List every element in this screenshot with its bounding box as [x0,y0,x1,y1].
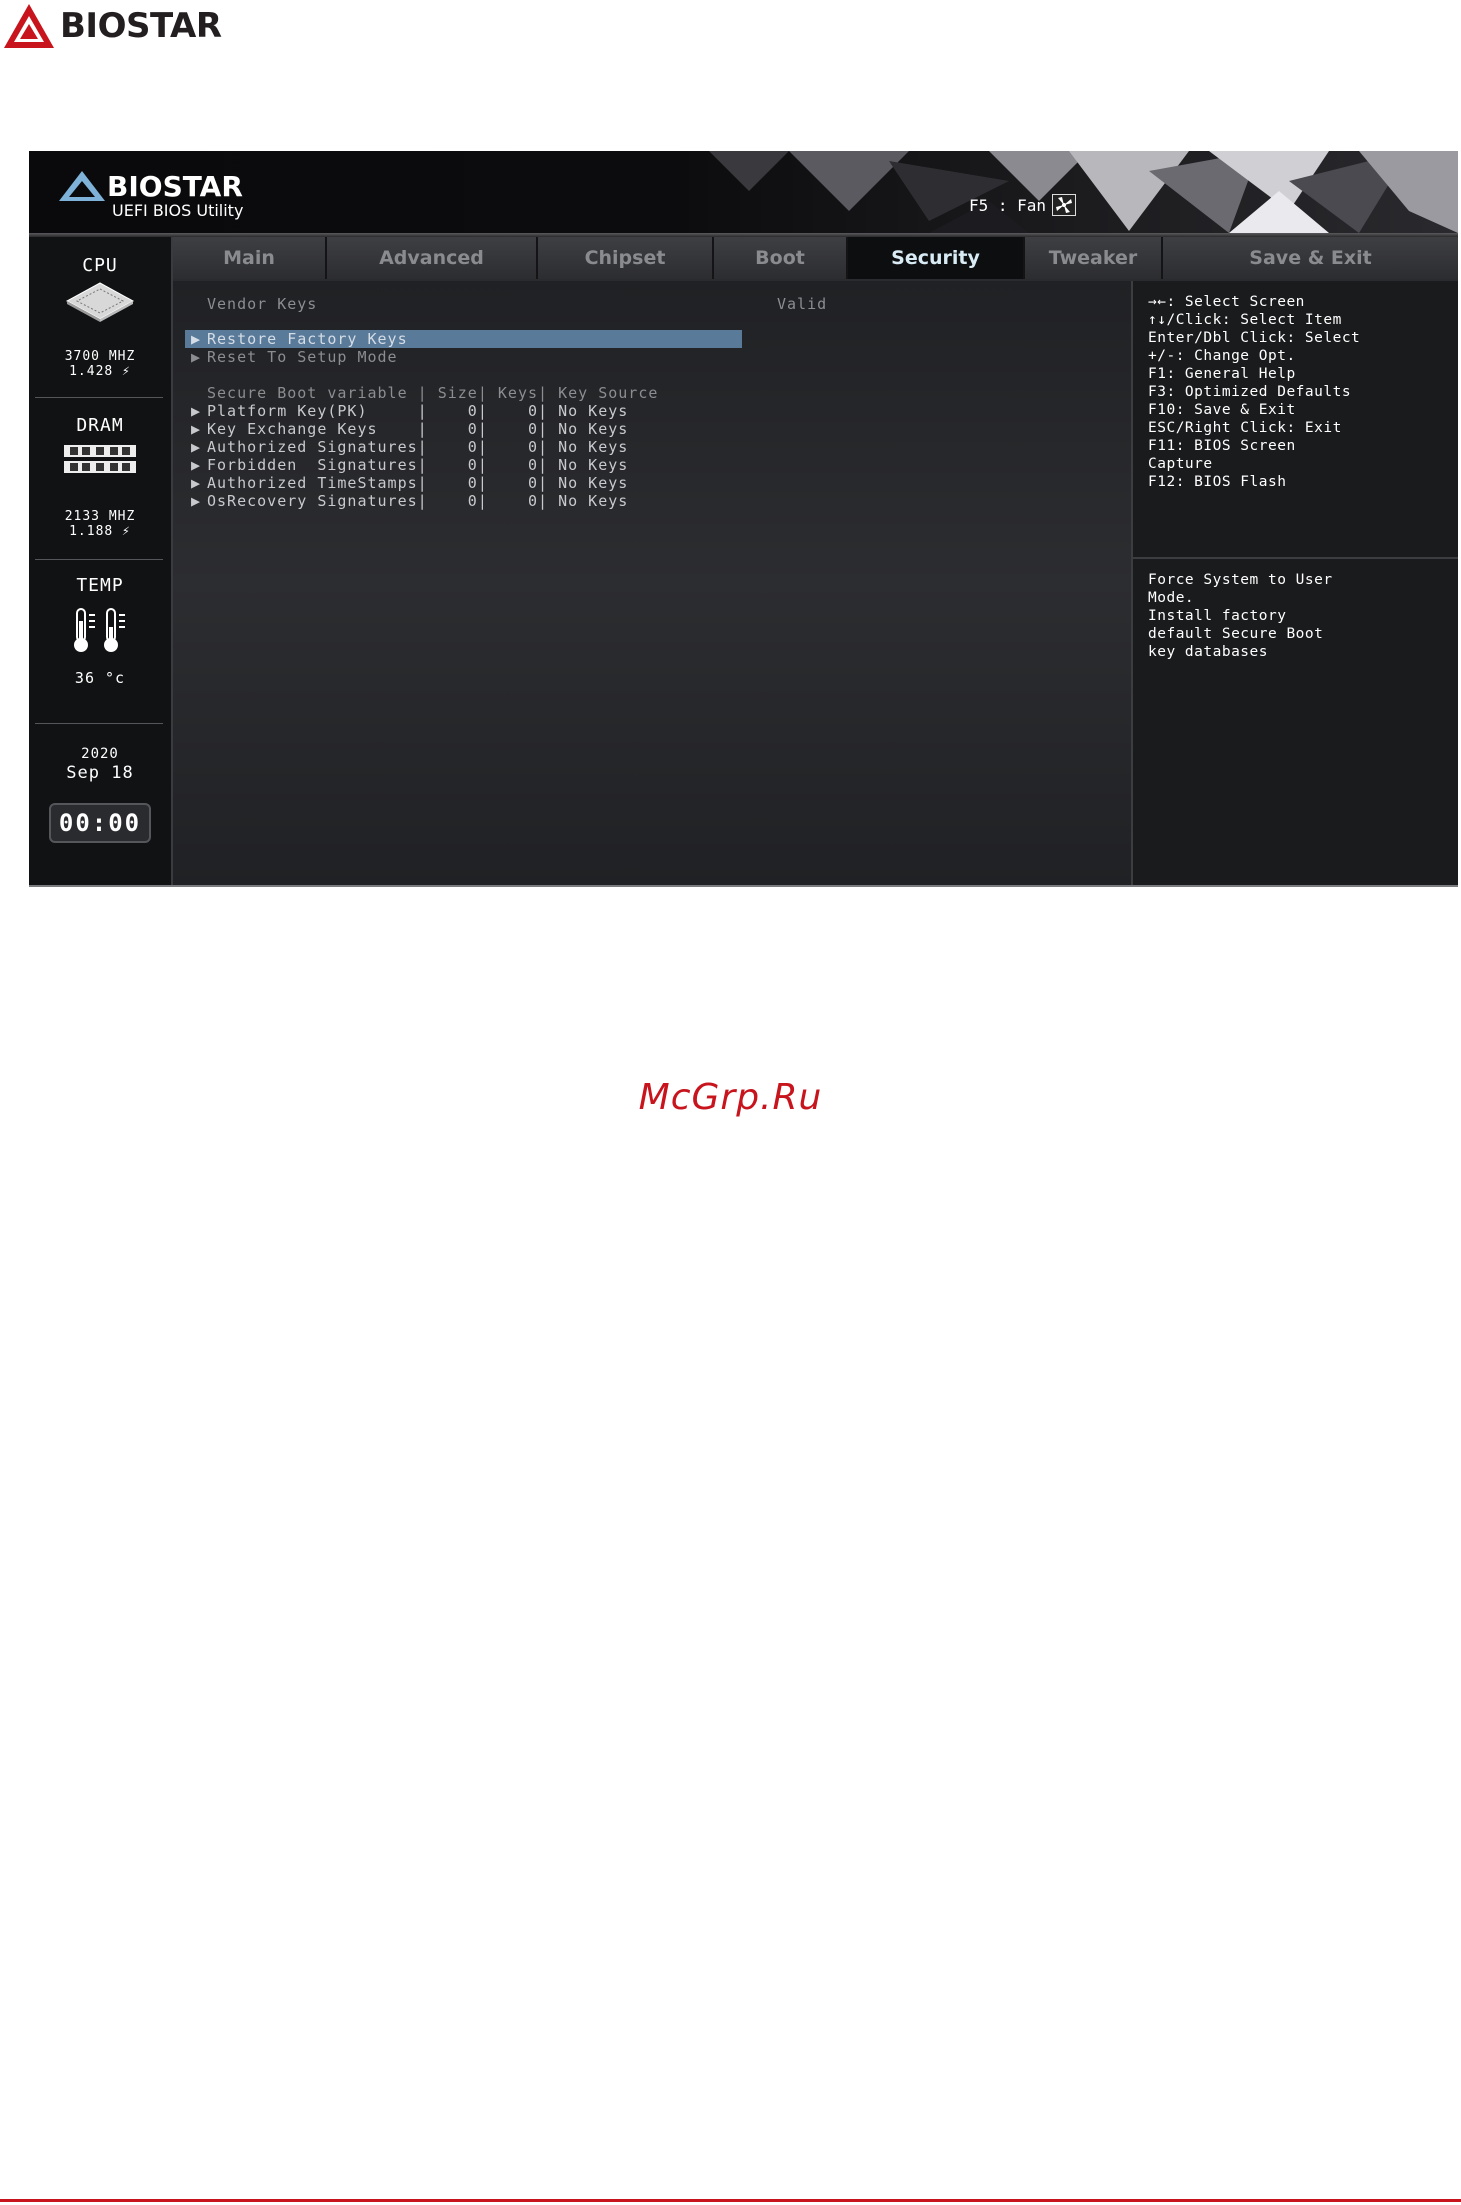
fan-icon [1052,194,1077,216]
date-year: 2020 [81,746,119,762]
tab-main[interactable]: Main [173,237,327,279]
thermometer-icon [29,607,171,659]
f5-fan-button[interactable]: F5 : Fan [969,194,1077,216]
clock-display: 00:00 [29,803,171,843]
vendor-keys-label: Vendor Keys [207,295,318,313]
bios-brand: BIOSTAR [107,169,243,203]
table-row: Forbidden Signatures| 0| 0| No Keys [207,456,629,474]
dram-frequency: 2133 MHZ [64,509,136,524]
table-row: Authorized Signatures| 0| 0| No Keys [207,438,629,456]
page-logo: BIOSTAR [2,0,222,52]
submenu-arrow-icon: ▶ [190,420,202,438]
help-description-line: default Secure Boot [1148,626,1324,642]
tab-advanced[interactable]: Advanced [327,237,538,279]
help-key-line: F12: BIOS Flash [1148,474,1287,490]
key-row-platform-key[interactable]: ▶ Platform Key(PK) | 0| 0| No Keys [185,402,628,420]
temp-title: TEMP [76,575,124,596]
tab-tweaker[interactable]: Tweaker [1025,237,1163,279]
f5-fan-label: F5 : Fan [969,195,1047,215]
submenu-arrow-icon: ▶ [190,492,202,510]
key-row-osrecovery-signatures[interactable]: ▶ OsRecovery Signatures| 0| 0| No Keys [185,492,628,510]
biostar-triangle-icon [59,171,105,201]
submenu-arrow-icon: ▶ [190,348,202,366]
dram-voltage: 1.188 ⚡ [69,524,131,539]
dram-title: DRAM [76,415,124,436]
help-panel: →←: Select Screen ↑↓/Click: Select Item … [1133,281,1458,885]
key-row-key-exchange[interactable]: ▶ Key Exchange Keys | 0| 0| No Keys [185,420,628,438]
restore-factory-keys-item[interactable]: ▶ Restore Factory Keys [185,330,742,348]
biostar-logo-icon [4,4,54,48]
page-brand: BIOSTAR [60,6,222,46]
table-row: OsRecovery Signatures| 0| 0| No Keys [207,492,629,510]
footer-line [0,2199,1461,2202]
date-day: Sep 18 [66,763,134,783]
help-key-line: F10: Save & Exit [1148,402,1296,418]
secure-boot-table-header: Secure Boot variable | Size| Keys| Key S… [207,384,659,402]
help-key-line: →←: Select Screen [1148,294,1305,310]
help-description-line: key databases [1148,644,1268,660]
dram-module-icon [29,443,171,481]
table-row: Platform Key(PK) | 0| 0| No Keys [207,402,629,420]
help-key-line: Enter/Dbl Click: Select [1148,330,1361,346]
sidebar-divider [35,723,163,724]
submenu-arrow-icon: ▶ [190,474,202,492]
security-content: Vendor Keys Valid ▶ Restore Factory Keys … [173,281,1133,885]
bios-logo: BIOSTAR UEFI BIOS Utility [57,169,243,220]
submenu-arrow-icon: ▶ [190,438,202,456]
status-sidebar: CPU 3700 MHZ 1.428 ⚡ DRAM 2133 MHZ 1.188… [29,237,173,885]
help-description-line: Force System to User [1148,572,1333,588]
sidebar-divider [35,397,163,398]
clock-time: 00:00 [48,803,152,843]
help-key-line: Capture [1148,456,1213,472]
help-divider [1133,557,1458,559]
tab-bar: Main Advanced Chipset Boot Security Twea… [173,237,1458,281]
table-row: Authorized TimeStamps| 0| 0| No Keys [207,474,629,492]
submenu-arrow-icon: ▶ [190,456,202,474]
cpu-voltage: 1.428 ⚡ [69,364,131,379]
restore-factory-keys-label: Restore Factory Keys [207,330,408,348]
cpu-frequency: 3700 MHZ [64,349,136,364]
help-key-line: +/-: Change Opt. [1148,348,1296,364]
bios-bottom-border [29,885,1458,887]
sidebar-divider [35,559,163,560]
reset-setup-mode-item[interactable]: ▶ Reset To Setup Mode [185,348,398,366]
key-row-authorized-signatures[interactable]: ▶ Authorized Signatures| 0| 0| No Keys [185,438,628,456]
tab-chipset[interactable]: Chipset [538,237,714,279]
vendor-keys-value: Valid [777,295,828,313]
bios-header: BIOSTAR UEFI BIOS Utility F5 : Fan [29,151,1458,233]
reset-setup-mode-label: Reset To Setup Mode [207,348,398,366]
help-key-line: ↑↓/Click: Select Item [1148,312,1342,328]
table-row: Key Exchange Keys | 0| 0| No Keys [207,420,629,438]
cpu-chip-icon [29,281,171,327]
submenu-arrow-icon: ▶ [190,330,202,348]
watermark: McGrp.Ru [638,1077,823,1118]
help-key-line: ESC/Right Click: Exit [1148,420,1342,436]
tab-boot[interactable]: Boot [714,237,848,279]
tab-security[interactable]: Security [848,237,1025,279]
bios-subtitle: UEFI BIOS Utility [112,201,244,220]
submenu-arrow-icon: ▶ [190,402,202,420]
bios-screen: BIOSTAR UEFI BIOS Utility F5 : Fan CPU 3… [29,151,1458,887]
help-description-line: Mode. [1148,590,1195,606]
cpu-title: CPU [82,255,118,276]
key-row-authorized-timestamps[interactable]: ▶ Authorized TimeStamps| 0| 0| No Keys [185,474,628,492]
help-key-line: F1: General Help [1148,366,1296,382]
temperature-value: 36 °c [74,669,126,687]
key-help: →←: Select Screen ↑↓/Click: Select Item … [1133,281,1458,557]
help-key-line: F3: Optimized Defaults [1148,384,1352,400]
key-row-forbidden-signatures[interactable]: ▶ Forbidden Signatures| 0| 0| No Keys [185,456,628,474]
help-key-line: F11: BIOS Screen [1148,438,1296,454]
tab-save-exit[interactable]: Save & Exit [1163,237,1458,279]
help-description-line: Install factory [1148,608,1287,624]
